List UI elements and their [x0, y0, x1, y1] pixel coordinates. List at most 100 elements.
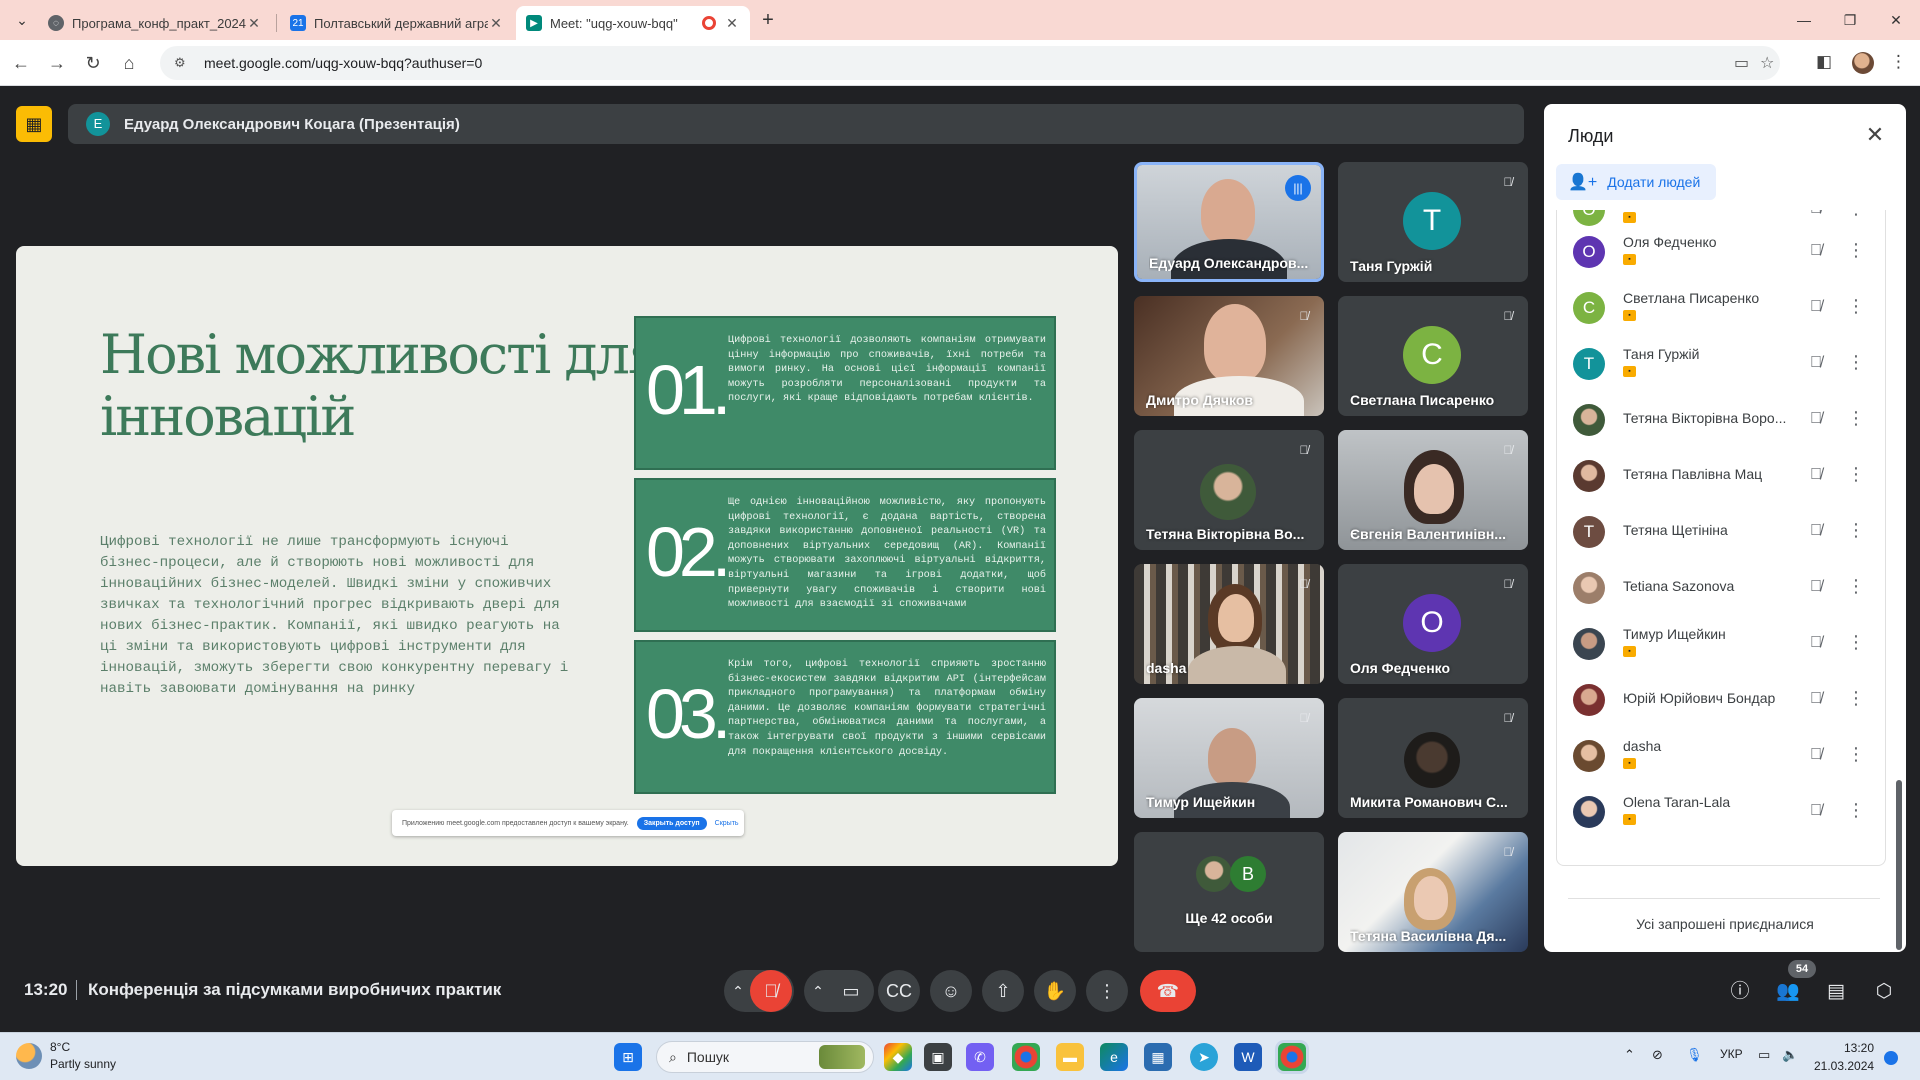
more-participants-tile[interactable]: B Ще 42 особи: [1134, 832, 1324, 952]
taskbar-clock-date[interactable]: 21.03.2024: [1814, 1059, 1874, 1073]
present-screen-button[interactable]: ⇧: [982, 970, 1024, 1012]
participant-tile[interactable]: 🎙̸ Дмитро Дячков: [1134, 296, 1324, 416]
file-explorer-icon[interactable]: ▬: [1056, 1043, 1084, 1071]
list-item[interactable]: Тетяна Вікторівна Воро... 🎙̸ ⋮: [1557, 390, 1885, 446]
notification-bell-icon[interactable]: [1884, 1051, 1898, 1065]
audio-options-chevron-icon[interactable]: ⌃: [726, 970, 750, 1012]
windows-start-icon[interactable]: ⊞: [614, 1043, 642, 1071]
list-item[interactable]: Юрій Юрійович Бондар 🎙̸ ⋮: [1557, 670, 1885, 726]
chrome-active-icon[interactable]: [1278, 1043, 1306, 1071]
more-options-icon[interactable]: ⋮: [1847, 406, 1865, 430]
more-options-icon[interactable]: ⋮: [1847, 238, 1865, 262]
close-window-icon[interactable]: ✕: [1882, 8, 1910, 32]
chrome-icon[interactable]: [1012, 1043, 1040, 1071]
participant-tile[interactable]: C 🎙̸ Светлана Писаренко: [1338, 296, 1528, 416]
close-panel-icon[interactable]: ✕: [1862, 122, 1888, 148]
activities-icon[interactable]: ⬡: [1868, 976, 1900, 1008]
browser-menu-icon[interactable]: ⋮: [1890, 52, 1907, 72]
stop-presenting-icon[interactable]: ▦: [16, 106, 52, 142]
more-options-icon[interactable]: ⋮: [1847, 686, 1865, 710]
viber-icon[interactable]: ✆: [966, 1043, 994, 1071]
participant-tile[interactable]: O 🎙̸ Оля Федченко: [1338, 564, 1528, 684]
mic-off-icon[interactable]: 🎙̸: [1805, 800, 1827, 822]
side-panel-icon[interactable]: ◧: [1816, 52, 1832, 72]
new-tab-button[interactable]: +: [754, 8, 782, 32]
more-options-icon[interactable]: ⋮: [1847, 630, 1865, 654]
more-options-icon[interactable]: ⋮: [1847, 574, 1865, 598]
telegram-icon[interactable]: ➤: [1190, 1043, 1218, 1071]
network-off-icon[interactable]: ⊘: [1652, 1047, 1663, 1063]
camera-in-use-icon[interactable]: ▭: [1734, 53, 1749, 73]
tab-meet[interactable]: ▶ Meet: "uqg-xouw-bqq" ✕: [516, 6, 750, 40]
video-options-chevron-icon[interactable]: ⌃: [806, 970, 830, 1012]
mic-off-icon[interactable]: 🎙̸: [1805, 240, 1827, 262]
edge-icon[interactable]: e: [1100, 1043, 1128, 1071]
participant-tile[interactable]: 🎙̸ Тетяна Вікторівна Во...: [1134, 430, 1324, 550]
participant-tile[interactable]: T 🎙̸ Таня Гуржій: [1338, 162, 1528, 282]
participant-tile[interactable]: ||| Едуард Олександров...: [1134, 162, 1324, 282]
people-button[interactable]: 👥: [1772, 976, 1804, 1008]
hide-banner-link[interactable]: Скрыть: [715, 820, 739, 827]
more-options-icon[interactable]: ⋮: [1847, 294, 1865, 318]
list-item[interactable]: C Светлана Писаренко ▪ 🎙̸ ⋮: [1557, 278, 1885, 334]
list-item[interactable]: Тетяна Павлівна Мац 🎙̸ ⋮: [1557, 446, 1885, 502]
more-options-icon[interactable]: ⋮: [1847, 518, 1865, 542]
participant-tile[interactable]: 🎙̸ Євгенія Валентинівн...: [1338, 430, 1528, 550]
mic-off-icon[interactable]: 🎙̸: [1805, 464, 1827, 486]
restore-icon[interactable]: ❐: [1836, 8, 1864, 32]
list-item[interactable]: T Тетяна Щетініна 🎙̸ ⋮: [1557, 502, 1885, 558]
more-options-icon[interactable]: ⋮: [1847, 210, 1865, 220]
participant-tile[interactable]: 🎙̸ Микита Романович С...: [1338, 698, 1528, 818]
copilot-icon[interactable]: ◆: [884, 1043, 912, 1071]
more-options-icon[interactable]: ⋮: [1847, 350, 1865, 374]
more-options-icon[interactable]: ⋮: [1847, 742, 1865, 766]
panel-scrollbar[interactable]: [1896, 780, 1902, 950]
meeting-info-icon[interactable]: ⓘ: [1724, 976, 1756, 1008]
participant-tile[interactable]: 🎙̸ Тимур Ищейкин: [1134, 698, 1324, 818]
home-icon[interactable]: ⌂: [116, 50, 142, 76]
input-language[interactable]: УКР: [1720, 1047, 1743, 1061]
mic-off-icon[interactable]: 🎙̸: [1805, 744, 1827, 766]
mic-off-icon[interactable]: 🎙̸: [1805, 576, 1827, 598]
address-bar[interactable]: ⚙ meet.google.com/uqg-xouw-bqq?authuser=…: [160, 46, 1780, 80]
tab-poltava[interactable]: 21 Полтавський державний агра ✕: [280, 6, 514, 40]
bookmark-star-icon[interactable]: ☆: [1760, 53, 1774, 73]
forward-icon[interactable]: →: [44, 50, 70, 76]
stop-sharing-button[interactable]: Закрыть доступ: [636, 816, 707, 830]
mic-off-icon[interactable]: 🎙̸: [1805, 632, 1827, 654]
taskbar-search[interactable]: ⌕ Пошук: [656, 1041, 874, 1073]
site-info-icon[interactable]: ⚙: [174, 55, 192, 71]
raise-hand-button[interactable]: ✋: [1034, 970, 1076, 1012]
mic-off-icon[interactable]: 🎙̸: [1805, 352, 1827, 374]
task-view-icon[interactable]: ▣: [924, 1043, 952, 1071]
list-item[interactable]: O Оля Федченко ▪ 🎙̸ ⋮: [1557, 222, 1885, 278]
add-people-button[interactable]: 👤+ Додати людей: [1556, 164, 1716, 200]
list-item[interactable]: Olena Taran-Lala ▪ 🎙̸ ⋮: [1557, 782, 1885, 838]
volume-icon[interactable]: 🔈: [1782, 1047, 1798, 1063]
camera-button[interactable]: ▭: [830, 970, 872, 1012]
mic-off-icon[interactable]: 🎙̸: [1805, 408, 1827, 430]
close-icon[interactable]: ✕: [724, 15, 740, 32]
mic-off-icon[interactable]: 🎙̸: [1805, 296, 1827, 318]
taskbar-clock-time[interactable]: 13:20: [1818, 1041, 1874, 1055]
tab-search-chevron-icon[interactable]: ⌄: [8, 8, 36, 32]
back-icon[interactable]: ←: [8, 50, 34, 76]
emoji-reactions-button[interactable]: ☺: [930, 970, 972, 1012]
chat-icon[interactable]: ▤: [1820, 976, 1852, 1008]
leave-call-button[interactable]: ☎: [1140, 970, 1196, 1012]
close-icon[interactable]: ✕: [246, 15, 262, 32]
mic-off-icon[interactable]: 🎙̸: [1805, 520, 1827, 542]
mic-off-button[interactable]: 🎙̸: [750, 970, 792, 1012]
tray-overflow-icon[interactable]: ⌃: [1624, 1047, 1635, 1063]
tab-programa[interactable]: ◌ Програма_конф_практ_2024.p ✕: [38, 6, 272, 40]
close-icon[interactable]: ✕: [488, 15, 504, 32]
mic-off-icon[interactable]: 🎙̸: [1805, 210, 1827, 220]
captions-button[interactable]: CC: [878, 970, 920, 1012]
store-icon[interactable]: ▦: [1144, 1043, 1172, 1071]
microphone-icon[interactable]: 🎙: [1686, 1047, 1703, 1063]
mic-off-icon[interactable]: 🎙̸: [1805, 688, 1827, 710]
weather-icon[interactable]: [16, 1043, 42, 1069]
minimize-icon[interactable]: —: [1790, 8, 1818, 32]
list-item[interactable]: dasha ▪ 🎙̸ ⋮: [1557, 726, 1885, 782]
participant-tile[interactable]: 🎙̸ Тетяна Василівна Дя...: [1338, 832, 1528, 952]
